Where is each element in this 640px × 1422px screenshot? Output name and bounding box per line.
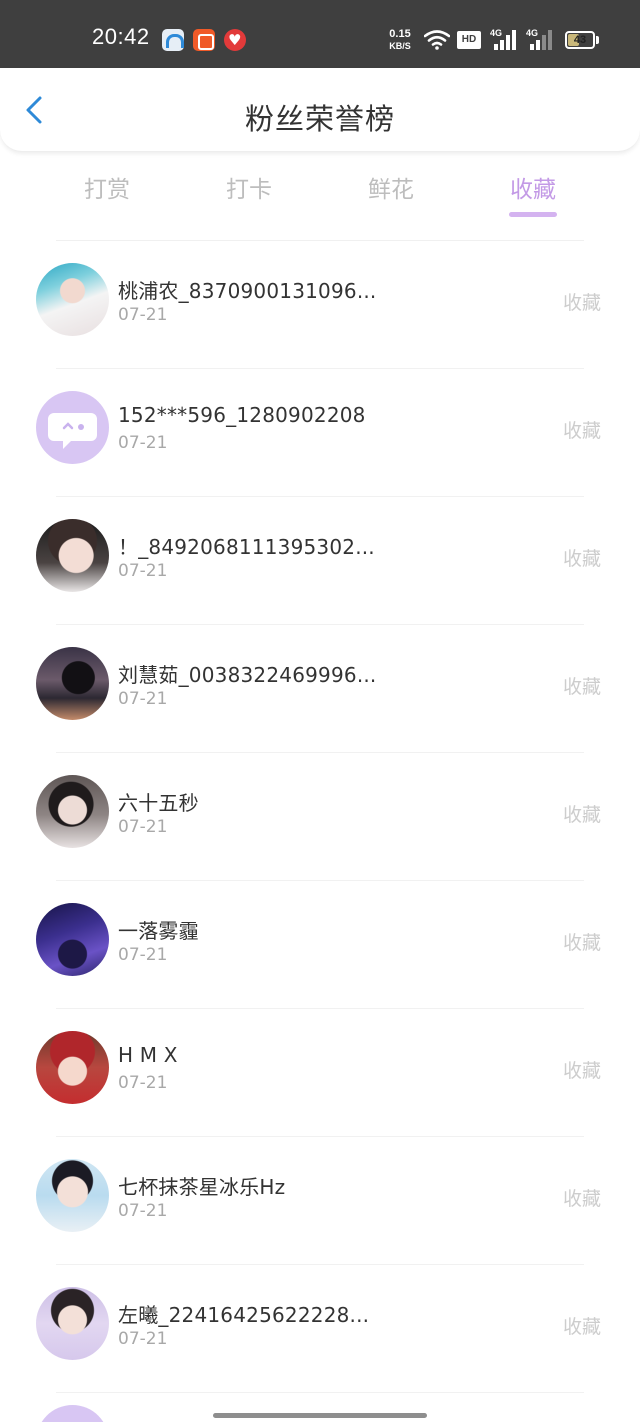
list-item[interactable]: 刘慧茹_0038322469996... 07-21 收藏 [0, 625, 640, 753]
fan-action-label: 收藏 [563, 1316, 602, 1338]
avatar[interactable] [36, 1159, 109, 1232]
fan-date: 07-21 [118, 1329, 168, 1349]
fan-name: 刘慧茹_0038322469996... [118, 663, 377, 687]
fan-name: 七杯抹茶星冰乐Hz [118, 1175, 286, 1199]
avatar[interactable] [36, 775, 109, 848]
avatar[interactable] [36, 519, 109, 592]
fan-date: 07-21 [118, 305, 168, 325]
fan-date: 07-21 [118, 689, 168, 709]
browser-app-icon [162, 29, 184, 51]
list-item[interactable]: H M X 07-21 收藏 [0, 1009, 640, 1137]
battery-tip [596, 36, 599, 44]
page-title: 粉丝荣誉榜 [244, 102, 395, 136]
battery-icon: 43 [565, 31, 595, 49]
heart-app-icon [224, 29, 246, 51]
fan-action-label: 收藏 [563, 420, 602, 442]
fan-action-label: 收藏 [563, 1188, 602, 1210]
fan-date: 07-21 [118, 433, 168, 453]
fan-name: 一落雾霾 [118, 919, 199, 943]
list-item[interactable]: 六十五秒 07-21 收藏 [0, 753, 640, 881]
fan-action-label: 收藏 [563, 932, 602, 954]
tab-bar: 打赏 打卡 鲜花 收藏 [0, 160, 640, 222]
avatar[interactable] [36, 1031, 109, 1104]
fan-action-label: 收藏 [563, 676, 602, 698]
tab-favorites[interactable]: 收藏 [483, 170, 583, 204]
hd-voice-icon: HD [457, 31, 481, 49]
tab-flowers[interactable]: 鲜花 [341, 170, 441, 204]
fan-name: 152***596_1280902208 [118, 403, 366, 427]
fan-date: 07-21 [118, 561, 168, 581]
divider [56, 1392, 584, 1393]
list-item[interactable]: 一落雾霾 07-21 收藏 [0, 881, 640, 1009]
fan-name: 桃浦农_8370900131096... [118, 279, 377, 303]
header: 粉丝荣誉榜 [0, 68, 640, 152]
fan-name: H M X [118, 1043, 178, 1067]
fan-action-label: 收藏 [563, 292, 602, 314]
fan-action-label: 收藏 [563, 804, 602, 826]
tab-reward[interactable]: 打赏 [57, 170, 157, 204]
fan-date: 07-21 [118, 1073, 168, 1093]
fan-name: ！_8492068111395302... [118, 535, 375, 559]
cell-signal-icon: 4G [490, 28, 520, 50]
network-speed: 0.15 KB/S [389, 28, 411, 51]
list-item[interactable]: 七杯抹茶星冰乐Hz 07-21 收藏 [0, 1137, 640, 1265]
fan-list: 桃浦农_8370900131096... 07-21 收藏 152***596_… [0, 241, 640, 1393]
fan-action-label: 收藏 [563, 548, 602, 570]
avatar[interactable] [36, 647, 109, 720]
list-item[interactable]: 152***596_1280902208 07-21 收藏 [0, 369, 640, 497]
avatar[interactable] [36, 903, 109, 976]
home-indicator[interactable] [213, 1413, 427, 1418]
fan-date: 07-21 [118, 817, 168, 837]
avatar[interactable] [36, 1405, 109, 1422]
wifi-icon [424, 30, 450, 50]
fan-name: 六十五秒 [118, 791, 199, 815]
fan-name: 左曦_22416425622228... [118, 1303, 370, 1327]
status-time: 20:42 [92, 24, 150, 49]
fan-date: 07-21 [118, 1201, 168, 1221]
cell-signal-2-icon: 4G [526, 28, 556, 50]
fan-date: 07-21 [118, 945, 168, 965]
tab-checkin[interactable]: 打卡 [199, 170, 299, 204]
list-item[interactable]: 左曦_22416425622228... 07-21 收藏 [0, 1265, 640, 1393]
fan-action-label: 收藏 [563, 1060, 602, 1082]
active-tab-indicator [509, 212, 557, 217]
chat-bubble-icon [48, 413, 97, 449]
list-item[interactable]: ！_8492068111395302... 07-21 收藏 [0, 497, 640, 625]
avatar[interactable] [36, 391, 109, 464]
app-notification-icon [193, 29, 215, 51]
list-item[interactable]: 桃浦农_8370900131096... 07-21 收藏 [0, 241, 640, 369]
avatar[interactable] [36, 1287, 109, 1360]
avatar[interactable] [36, 263, 109, 336]
status-bar: 20:42 0.15 KB/S HD 4G 4G 43 [0, 0, 640, 68]
